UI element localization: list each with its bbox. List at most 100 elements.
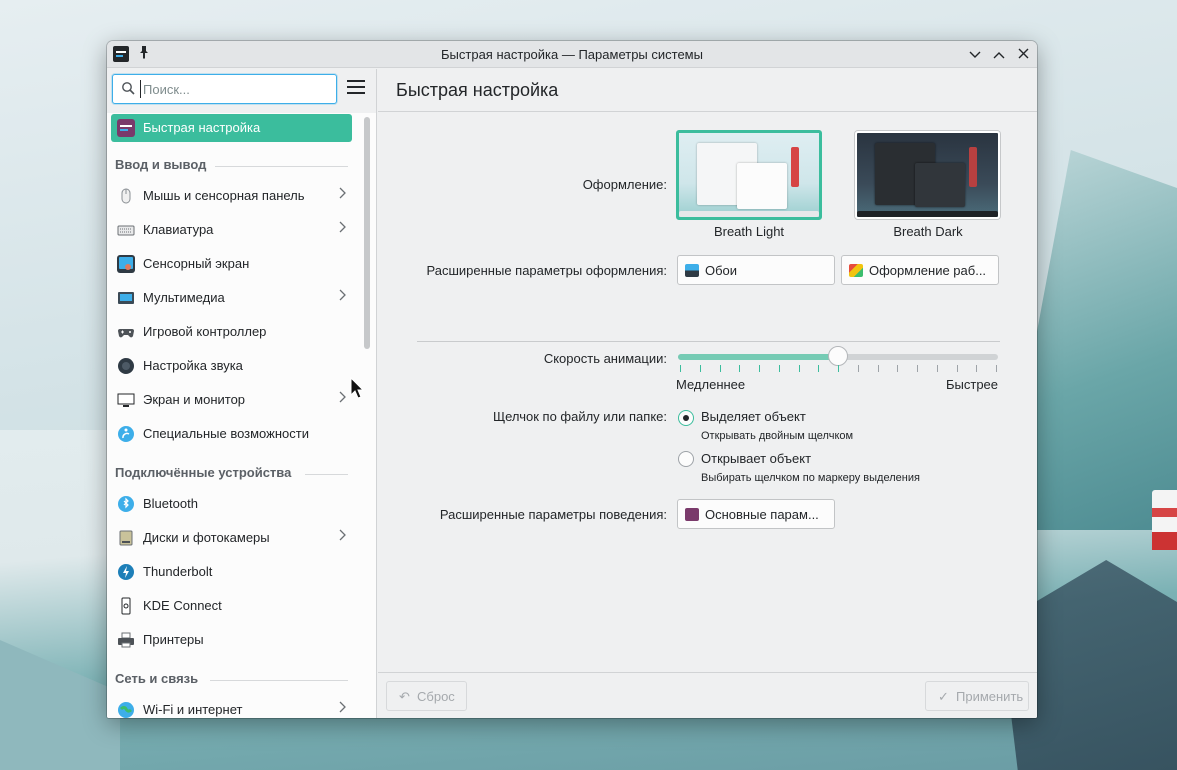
general-behavior-button[interactable]: Основные парам... [677,499,835,529]
theme-preview-breath-dark[interactable] [855,131,1000,219]
radio-open-object[interactable] [678,451,694,467]
slider-handle[interactable] [828,346,848,366]
sidebar-item-label: Сенсорный экран [143,256,250,271]
sidebar-item-touchscreen[interactable]: Сенсорный экран [111,250,352,278]
radio-select-object-label[interactable]: Выделяет объект [701,409,806,424]
slider-tick [818,365,820,372]
general-behavior-button-label: Основные парам... [705,507,819,522]
theme-name-breath-light: Breath Light [713,224,785,239]
header-separator [376,69,377,113]
multimedia-icon [117,289,135,307]
wallpaper-icon [685,264,699,277]
quick-settings-icon [685,508,699,521]
sidebar-item-label: Экран и монитор [143,392,246,407]
search-input[interactable] [140,80,330,98]
sidebar-item-quick-settings[interactable]: Быстрая настройка [111,114,352,142]
advanced-appearance-label: Расширенные параметры оформления: [426,263,668,278]
section-divider [215,166,348,167]
chevron-right-icon [338,529,346,544]
sidebar-item-label: Быстрая настройка [143,120,261,135]
slider-tick [956,365,958,372]
audio-icon [117,357,135,375]
hamburger-menu-icon[interactable] [347,80,365,96]
workspace-theme-button[interactable]: Оформление раб... [841,255,999,285]
click-behavior-label: Щелчок по файлу или папке: [492,409,667,424]
theme-name-breath-dark: Breath Dark [893,224,963,239]
close-button[interactable] [1013,44,1033,64]
chevron-right-icon [338,187,346,202]
sidebar-item-label: Клавиатура [143,222,214,237]
sidebar-item-disks-cameras[interactable]: Диски и фотокамеры [111,524,352,552]
sidebar-item-label: Диски и фотокамеры [143,530,270,545]
preview-panel [679,211,819,217]
thunderbolt-icon [117,563,135,581]
search-box[interactable] [112,74,337,104]
section-title: Подключённые устройства [115,465,292,480]
color-palette-icon [849,264,863,277]
slider-tick [739,365,741,372]
slider-tick [857,365,859,372]
section-divider [305,474,348,475]
bluetooth-icon [117,495,135,513]
sidebar-item-wifi-internet[interactable]: Wi-Fi и интернет [111,696,352,718]
kde-connect-icon [117,597,135,615]
radio-open-object-label[interactable]: Открывает объект [701,451,811,466]
sidebar-item-display-monitor[interactable]: Экран и монитор [111,386,352,414]
sidebar-item-multimedia[interactable]: Мультимедиа [111,284,352,312]
reset-button-label: Сброс [417,689,455,704]
preview-lighthouse [969,147,977,187]
wallpaper-button[interactable]: Обои [677,255,835,285]
main-panel: Быстрая настройка Оформление: Breath Lig… [378,69,1037,718]
quick-settings-icon [117,119,135,137]
slider-fill [678,354,838,360]
sidebar-item-mouse-touchpad[interactable]: Мышь и сенсорная панель [111,182,352,210]
sidebar-item-keyboard[interactable]: Клавиатура [111,216,352,244]
theme-preview-breath-light[interactable] [676,130,822,220]
slider-tick [778,365,780,372]
sidebar-item-label: Wi-Fi и интернет [143,702,243,717]
preview-lighthouse [791,147,799,187]
sidebar-item-thunderbolt[interactable]: Thunderbolt [111,558,352,586]
disk-icon [117,529,135,547]
sidebar-item-game-controller[interactable]: Игровой контроллер [111,318,352,346]
apply-button-label: Применить [956,689,1024,704]
scrollbar-thumb[interactable] [364,117,370,349]
slider-tick [719,365,721,372]
sidebar-item-label: Игровой контроллер [143,324,267,339]
sidebar-header [107,69,377,113]
preview-window [737,163,787,209]
sidebar-item-label: Принтеры [143,632,204,647]
sidebar-item-printers[interactable]: Принтеры [111,626,352,654]
title-bar[interactable]: Быстрая настройка — Параметры системы [107,41,1037,68]
sidebar-item-label: Мультимедиа [143,290,225,305]
sidebar-item-bluetooth[interactable]: Bluetooth [111,490,352,518]
sidebar-item-accessibility[interactable]: Специальные возможности [111,420,352,448]
slider-tick [699,365,701,372]
page-header: Быстрая настройка [378,69,1037,112]
sidebar-scrollbar[interactable] [363,113,371,718]
sidebar-item-label: Мышь и сенсорная панель [143,188,305,203]
printer-icon [117,631,135,649]
page-title: Быстрая настройка [396,80,559,100]
apply-button[interactable]: ✓ Применить [925,681,1029,711]
chevron-right-icon [338,391,346,406]
section-header-input-output: Ввод и вывод [115,157,348,177]
maximize-button[interactable] [989,44,1009,64]
gamepad-icon [117,323,135,341]
wallpaper-button-label: Обои [705,263,738,278]
sidebar-item-audio[interactable]: Настройка звука [111,352,352,380]
slider-tick [936,365,938,372]
sidebar-item-kde-connect[interactable]: KDE Connect [111,592,352,620]
slider-tick [996,365,997,372]
footer-bar: ↶ Сброс ✓ Применить [378,672,1037,718]
desktop-wallpaper-lighthouse [1152,490,1177,550]
advanced-behavior-label: Расширенные параметры поведения: [439,507,667,522]
chevron-right-icon [338,289,346,304]
radio-select-object-hint: Открывать двойным щелчком [701,430,854,442]
sidebar-item-label: Специальные возможности [143,426,309,441]
radio-select-object[interactable] [678,410,694,426]
window-title: Быстрая настройка — Параметры системы [441,47,703,62]
reset-button[interactable]: ↶ Сброс [386,681,467,711]
minimize-button[interactable] [965,44,985,64]
chevron-down-icon [969,51,981,58]
